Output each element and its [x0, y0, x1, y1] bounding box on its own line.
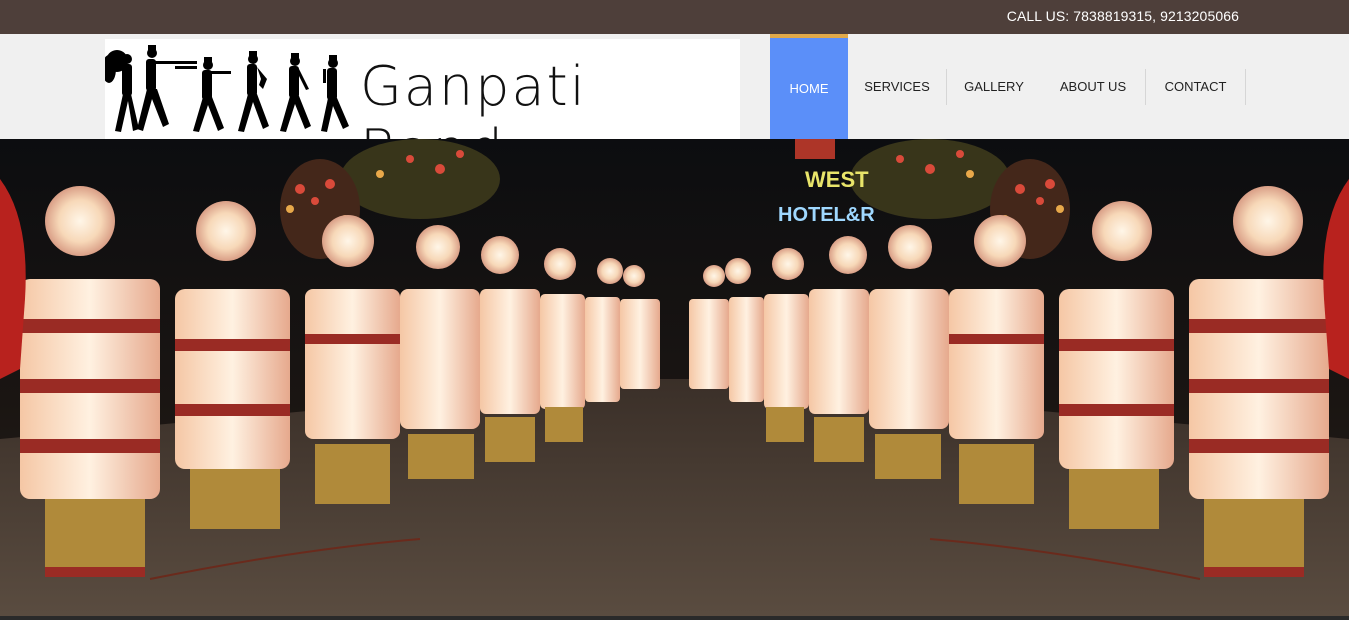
nav-contact[interactable]: CONTACT [1146, 34, 1245, 139]
neon-sign-line1: WEST [805, 167, 869, 192]
nav-home[interactable]: HOME [770, 34, 848, 139]
call-us-text: CALL US: 7838819315, 9213205066 [1006, 8, 1239, 24]
hero-image: WEST HOTEL&R [0, 139, 1349, 616]
hero-bottom-edge [0, 616, 1349, 620]
top-bar: CALL US: 7838819315, 9213205066 [0, 0, 1349, 34]
nav-about-us[interactable]: ABOUT US [1041, 34, 1145, 139]
nav-services[interactable]: SERVICES [848, 34, 946, 139]
main-nav: HOME SERVICES GALLERY ABOUT US CONTACT [770, 34, 1246, 139]
nav-gallery[interactable]: GALLERY [947, 34, 1041, 139]
site-header: Ganpati Band HOME SERVICES GALLERY ABOUT… [0, 34, 1349, 181]
neon-sign-line2: HOTEL&R [778, 204, 875, 226]
marching-band-icon [105, 45, 349, 132]
site-logo[interactable]: Ganpati Band [105, 39, 740, 181]
hero-banner: WEST HOTEL&R [0, 139, 1349, 616]
nav-divider [1245, 69, 1246, 105]
